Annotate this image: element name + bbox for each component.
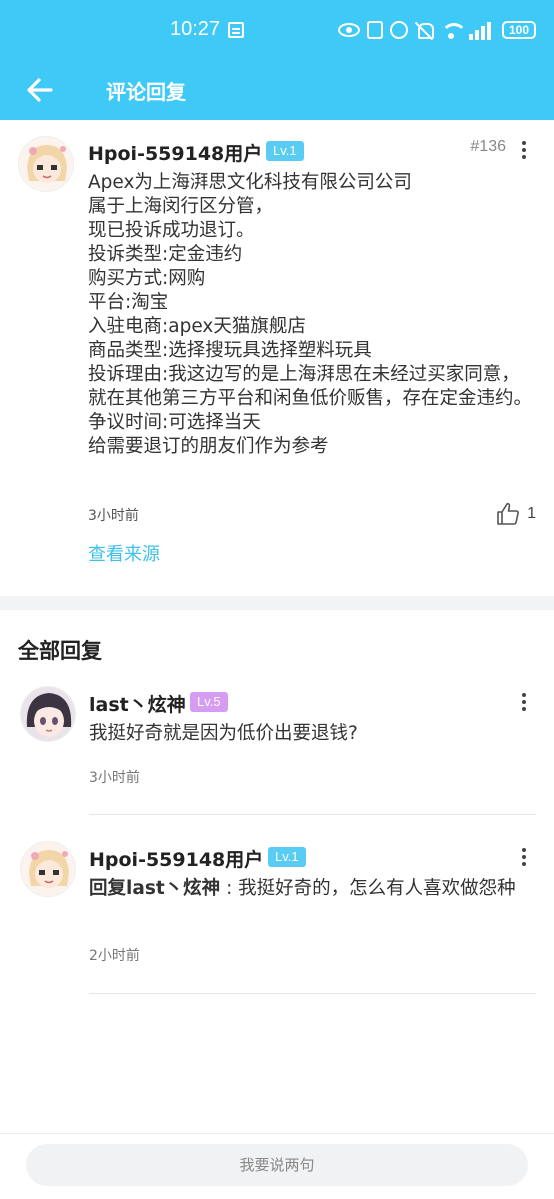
- mute-icon: [415, 21, 434, 39]
- username[interactable]: Hpoi-559148用户: [89, 845, 263, 872]
- arrow-left-icon: [27, 78, 53, 102]
- comment-line: 商品类型:选择搜玩具选择塑料玩具: [88, 340, 372, 361]
- comment-input[interactable]: 我要说两句: [26, 1144, 528, 1186]
- comment-line: 给需要退订的朋友们作为参考: [88, 436, 329, 457]
- comment-body: Apex为上海湃思文化科技有限公司公司 属于上海闵行区分管， 现已投诉成功退订。…: [88, 171, 532, 459]
- reply-body: : 我挺好奇的，怎么有人喜欢做怨种: [220, 878, 516, 899]
- bottom-bar: 我要说两句: [0, 1133, 554, 1199]
- reply-body: 我挺好奇就是因为低价出要退钱?: [89, 723, 358, 744]
- level-badge: Lv.1: [268, 847, 306, 867]
- username[interactable]: last丶炫神: [89, 690, 186, 717]
- comment-line: 投诉类型:定金违约: [88, 244, 243, 265]
- reply-text: 我挺好奇就是因为低价出要退钱?: [89, 722, 519, 746]
- thumbs-up-icon: [497, 502, 519, 525]
- battery-icon: 100: [502, 21, 536, 39]
- avatar-image: [19, 137, 73, 191]
- top-bar: 10:27 100 评论回复: [0, 0, 554, 120]
- more-options-icon[interactable]: [514, 845, 534, 869]
- comment-time: 3小时前: [88, 508, 139, 524]
- back-button[interactable]: [22, 72, 58, 108]
- level-badge: Lv.1: [266, 141, 304, 161]
- comment-line: 属于上海闵行区分管，: [88, 196, 274, 217]
- page-title: 评论回复: [106, 80, 186, 104]
- divider: [89, 814, 536, 815]
- comment-line: 争议时间:可选择当天: [88, 412, 261, 433]
- comment-line: 购买方式:网购: [88, 268, 206, 289]
- floor-number: #136: [470, 138, 506, 155]
- avatar-image: [21, 842, 75, 896]
- view-source-link[interactable]: 查看来源: [88, 540, 160, 566]
- reply-time: 3小时前: [89, 770, 140, 786]
- comment-line: 入驻电商:apex天猫旗舰店: [88, 316, 306, 337]
- comment-line: Apex为上海湃思文化科技有限公司公司: [88, 172, 412, 193]
- level-badge: Lv.5: [190, 692, 228, 712]
- comment-line: 平台:淘宝: [88, 292, 169, 313]
- signal-icon: [469, 20, 495, 40]
- eye-icon: [338, 23, 360, 37]
- calendar-icon: [228, 22, 244, 38]
- reply-text: 回复last丶炫神 : 我挺好奇的，怎么有人喜欢做怨种: [89, 877, 519, 901]
- divider: [89, 993, 536, 994]
- main-comment: Hpoi-559148用户 Lv.1 #136 Apex为上海湃思文化科技有限公…: [0, 120, 554, 596]
- wifi-icon: [440, 21, 467, 39]
- status-bar: 10:27 100: [0, 0, 554, 60]
- clock: 10:27: [170, 18, 221, 40]
- avatar[interactable]: [18, 136, 74, 192]
- replies-heading: 全部回复: [18, 639, 102, 663]
- comment-line: 现已投诉成功退订。: [88, 220, 255, 241]
- username[interactable]: Hpoi-559148用户: [88, 139, 262, 166]
- avatar-image: [21, 687, 75, 741]
- reply-time: 2小时前: [89, 948, 140, 964]
- nfc-icon: [367, 21, 383, 39]
- comment-line: 投诉理由:我这边写的是上海湃思在未经过买家同意，就在其他第三方平台和闲鱼低价贩售…: [88, 364, 533, 409]
- like-count: 1: [527, 505, 536, 522]
- more-options-icon[interactable]: [514, 690, 534, 714]
- avatar[interactable]: [20, 686, 76, 742]
- like-button[interactable]: 1: [495, 500, 536, 528]
- more-options-icon[interactable]: [514, 138, 534, 162]
- app-bar: 评论回复: [0, 60, 554, 120]
- section-divider: [0, 596, 554, 610]
- status-icons: 100: [338, 18, 536, 42]
- avatar[interactable]: [20, 841, 76, 897]
- reply-to-user[interactable]: 回复last丶炫神: [89, 878, 220, 899]
- alarm-icon: [390, 21, 408, 39]
